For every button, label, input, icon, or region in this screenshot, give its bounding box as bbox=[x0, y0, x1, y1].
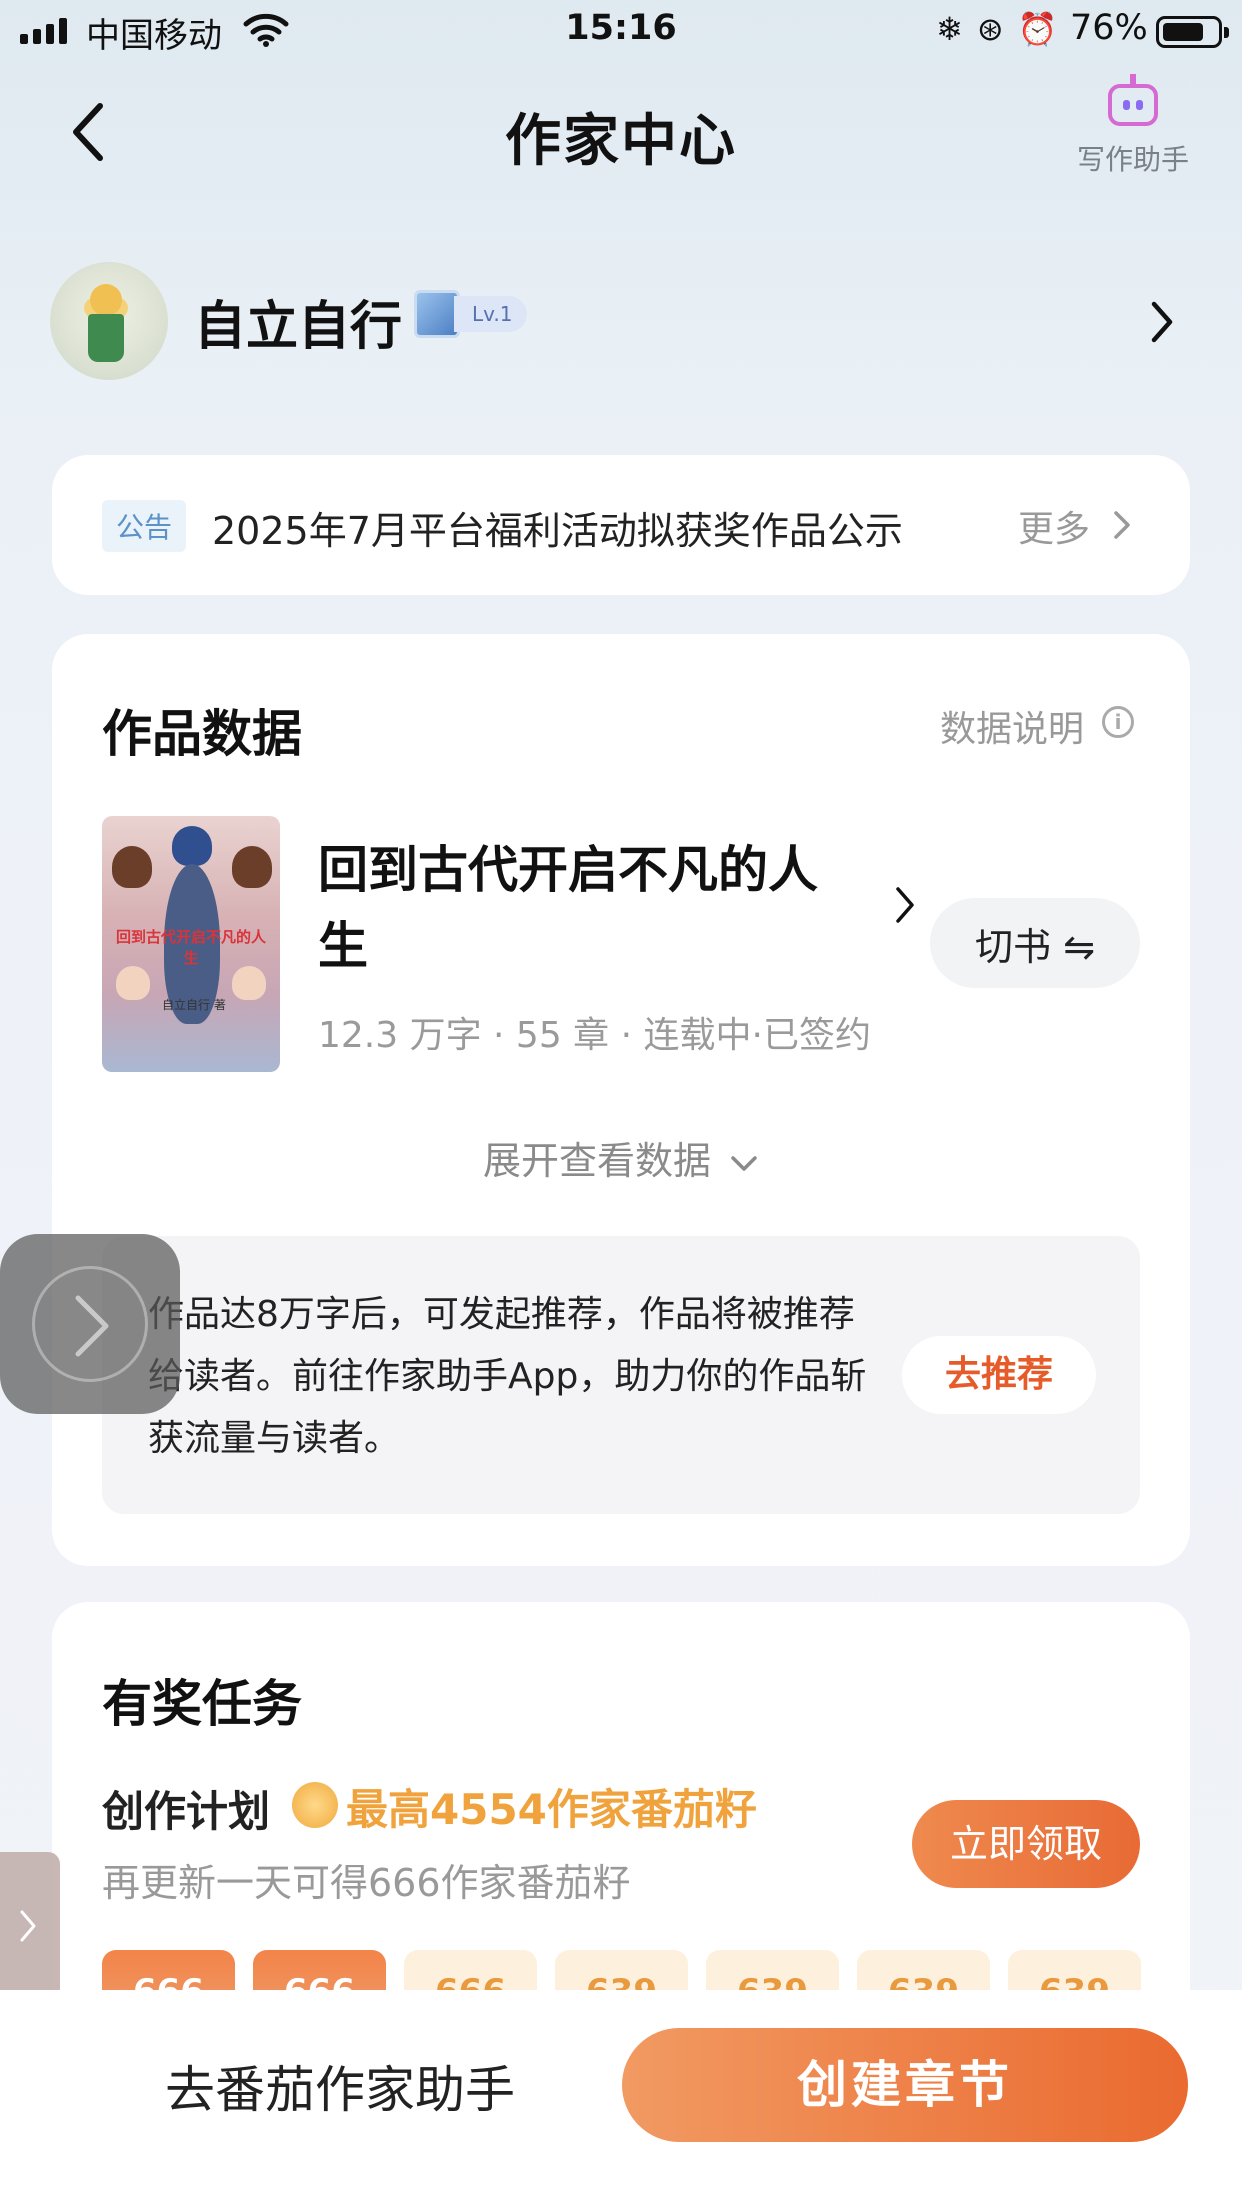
status-icons: ❄ ⊛ ⏰ bbox=[936, 10, 1057, 48]
robot-icon bbox=[1108, 74, 1158, 126]
reward-tasks-heading: 有奖任务 bbox=[102, 1675, 302, 1733]
level-badge: Lv.1 bbox=[414, 290, 527, 338]
chevron-down-icon bbox=[731, 1155, 757, 1171]
tomato-seed-coin-icon bbox=[292, 1782, 338, 1828]
writing-plan-subtext: 再更新一天可得666作家番茄籽 bbox=[102, 1861, 631, 1905]
side-drawer-tab[interactable] bbox=[0, 1852, 60, 2000]
chevron-right-icon[interactable] bbox=[1112, 510, 1132, 540]
recommend-tip-text: 作品达8万字后，可发起推荐，作品将被推荐给读者。前往作家助手App，助力你的作品… bbox=[148, 1294, 867, 1459]
works-data-heading: 作品数据 bbox=[102, 705, 302, 763]
floating-assist-button[interactable] bbox=[0, 1234, 180, 1414]
writing-plan-label: 创作计划 bbox=[102, 1787, 271, 1836]
battery-icon bbox=[1156, 16, 1229, 48]
info-icon[interactable]: i bbox=[1102, 706, 1134, 738]
expand-data-label: 展开查看数据 bbox=[482, 1139, 711, 1183]
snowflake-icon: ❄ bbox=[936, 10, 963, 48]
data-explanation-link[interactable]: 数据说明 bbox=[940, 700, 1084, 752]
switch-book-label: 切书 ⇋ bbox=[975, 924, 1095, 969]
chevron-right-icon[interactable] bbox=[1148, 300, 1176, 344]
battery-percent: 76% bbox=[1070, 8, 1148, 48]
writing-plan-max-reward: 最高4554作家番茄籽 bbox=[346, 1785, 757, 1834]
status-bar: 中国移动 15:16 ❄ ⊛ ⏰ 76% bbox=[0, 0, 1242, 62]
alarm-icon: ⏰ bbox=[1017, 10, 1058, 48]
writing-assistant-button[interactable]: 写作助手 bbox=[1068, 74, 1198, 178]
go-writer-assistant-button[interactable]: 去番茄作家助手 bbox=[110, 2050, 570, 2122]
level-label: Lv.1 bbox=[454, 296, 527, 332]
notice-text[interactable]: 2025年7月平台福利活动拟获奖作品公示 bbox=[212, 500, 903, 555]
avatar[interactable] bbox=[50, 262, 168, 380]
chevron-right-icon[interactable] bbox=[894, 886, 916, 924]
go-recommend-button[interactable]: 去推荐 bbox=[902, 1336, 1096, 1414]
chevron-right-icon bbox=[20, 1910, 36, 1942]
chevron-right-icon bbox=[75, 1295, 109, 1357]
notice-more-link[interactable]: 更多 bbox=[1018, 500, 1090, 552]
create-chapter-button[interactable]: 创建章节 bbox=[622, 2028, 1188, 2142]
notice-tag: 公告 bbox=[102, 500, 187, 552]
expand-data-button[interactable]: 展开查看数据 bbox=[0, 1130, 1242, 1185]
rotation-lock-icon: ⊛ bbox=[976, 10, 1004, 48]
cover-author: 自立自行 著 bbox=[162, 998, 226, 1012]
book-meta: 12.3 万字 · 55 章 · 连载中·已签约 bbox=[318, 1015, 871, 1056]
writing-assistant-label: 写作助手 bbox=[1076, 143, 1189, 176]
switch-book-button[interactable]: 切书 ⇋ bbox=[930, 898, 1140, 988]
page-title: 作家中心 bbox=[505, 109, 737, 174]
claim-now-button[interactable]: 立即领取 bbox=[912, 1800, 1140, 1888]
book-title[interactable]: 回到古代开启不凡的人生 bbox=[318, 832, 858, 984]
book-cover[interactable]: 回到古代开启不凡的人生 自立自行 著 bbox=[102, 816, 280, 1072]
cover-title: 回到古代开启不凡的人生 bbox=[115, 928, 266, 967]
author-name[interactable]: 自立自行 bbox=[194, 284, 402, 359]
